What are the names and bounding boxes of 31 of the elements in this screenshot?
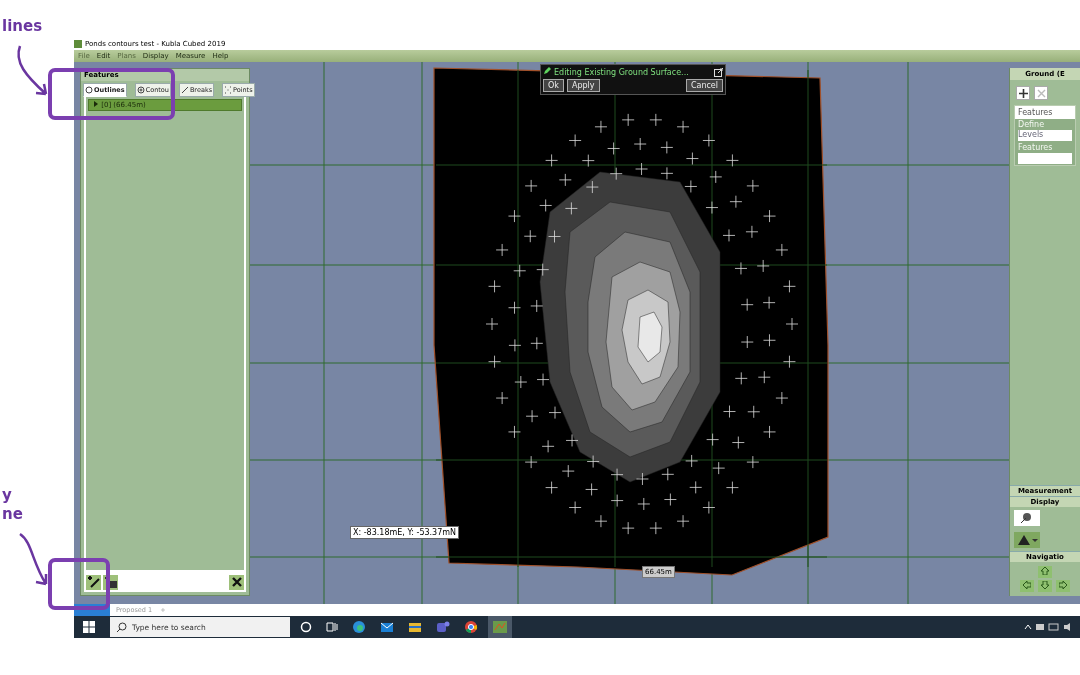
field-label: Features (1018, 143, 1054, 152)
features-field[interactable] (1018, 153, 1072, 164)
edit-status: Editing Existing Ground Surface... (554, 67, 689, 77)
tab-icon (224, 86, 233, 94)
annotation-label: y ne (2, 486, 23, 524)
arrow-up-icon[interactable] (1038, 566, 1052, 578)
toolbar-button[interactable]: Cancel (685, 79, 723, 92)
display-mode-icon[interactable] (1014, 510, 1040, 526)
arrow-left-icon[interactable] (1020, 580, 1034, 592)
toolbar-button[interactable]: Ok (543, 79, 564, 92)
annotation-label: lines (2, 17, 43, 36)
tab-icon (136, 86, 145, 94)
search-icon (116, 621, 127, 633)
layer-display-icon[interactable] (1014, 532, 1040, 548)
group-header: Features (1015, 106, 1075, 119)
delete-icon[interactable] (229, 574, 244, 590)
tab-icon (180, 86, 189, 94)
define-dropdown[interactable]: Levels (1018, 130, 1072, 141)
add-button[interactable] (1016, 86, 1030, 100)
expand-arrow-icon[interactable] (93, 101, 99, 107)
field-label: Define (1018, 120, 1046, 129)
add-line-icon[interactable] (86, 574, 101, 590)
toolbar-button[interactable]: Apply (566, 79, 600, 92)
cursor-coordinates: X: -83.18mE, Y: -53.37mN (350, 526, 460, 539)
tab-icon (85, 86, 93, 94)
arrow-down-icon[interactable] (1038, 580, 1052, 592)
arrow-right-icon[interactable] (1056, 580, 1070, 592)
app-logo-icon (74, 39, 82, 48)
pencil-icon (543, 67, 551, 77)
popout-icon[interactable] (714, 67, 723, 77)
highlight-frame (48, 558, 110, 610)
